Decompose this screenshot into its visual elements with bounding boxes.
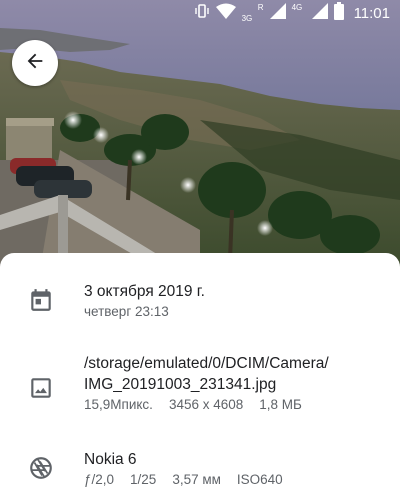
- details-sheet: 3 октября 2019 г. четверг 23:13 /storage…: [0, 253, 400, 494]
- file-size-text: 1,8 МБ: [259, 397, 302, 412]
- signal-icon: [311, 2, 328, 24]
- aperture-icon: [28, 455, 54, 481]
- file-name: IMG_20191003_231341.jpg: [84, 376, 277, 393]
- arrow-back-icon: [24, 50, 46, 77]
- iso-text: ISO640: [236, 472, 283, 487]
- day-time-text: четверг 23:13: [84, 304, 169, 319]
- status-bar: 3G R 4G 11:01: [0, 0, 400, 26]
- exposure-info: ƒ/2,0 1/25 3,57 мм ISO640: [84, 470, 388, 490]
- exposure-text: 1/25: [130, 472, 157, 487]
- roaming-label: R: [257, 3, 264, 12]
- camera-model: Nokia 6: [84, 451, 137, 468]
- aperture-text: ƒ/2,0: [84, 472, 115, 487]
- resolution-text: 3456 x 4608: [168, 397, 244, 412]
- file-path-line1: /storage/emulated/0/DCIM/Camera/: [84, 355, 329, 372]
- photo-preview: [0, 0, 400, 270]
- signal-4g: 4G: [292, 3, 306, 23]
- signal-3g: 3G R: [242, 3, 264, 23]
- clock: 11:01: [353, 4, 390, 22]
- megapixels-text: 15,9Мпикс.: [84, 397, 153, 412]
- battery-icon: [333, 1, 344, 25]
- back-button[interactable]: [12, 40, 58, 86]
- vibrate-icon: [194, 3, 210, 24]
- network-4g-label: 4G: [291, 3, 303, 12]
- camera-row: Nokia 6 ƒ/2,0 1/25 3,57 мм ISO640: [0, 449, 400, 494]
- file-info: 15,9Мпикс. 3456 x 4608 1,8 МБ: [84, 395, 388, 415]
- image-icon: [28, 375, 54, 401]
- file-row: /storage/emulated/0/DCIM/Camera/ IMG_201…: [0, 353, 400, 423]
- wifi-icon: [215, 3, 236, 24]
- date-row: 3 октября 2019 г. четверг 23:13: [0, 281, 400, 333]
- calendar-icon: [28, 287, 54, 313]
- focal-length-text: 3,57 мм: [172, 472, 221, 487]
- signal-icon: [269, 2, 286, 24]
- network-3g-label: 3G: [241, 14, 253, 23]
- date-text: 3 октября 2019 г.: [84, 283, 205, 300]
